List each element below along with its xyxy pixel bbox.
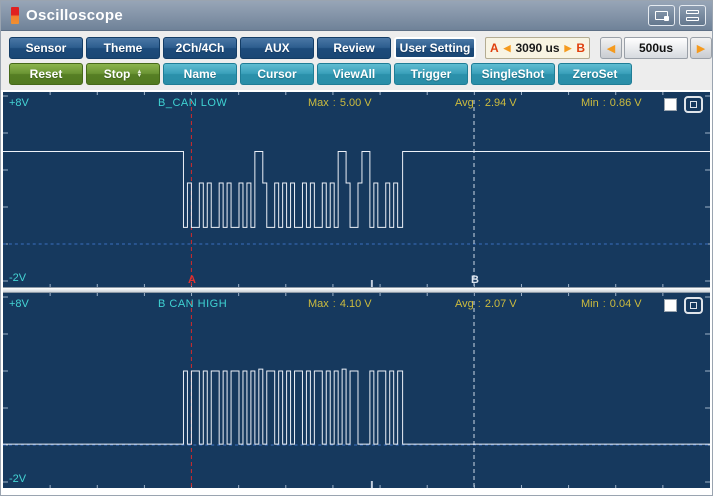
viewall-button[interactable]: ViewAll [317,63,391,85]
app-logo-icon [11,7,19,24]
sensor-button[interactable]: Sensor [9,37,83,59]
aux-button[interactable]: AUX [240,37,314,59]
zeroset-button[interactable]: ZeroSet [558,63,632,85]
cursor-button[interactable]: Cursor [240,63,314,85]
cursor-b-label[interactable]: B [471,274,479,286]
title-bar: Oscilloscope [1,1,712,31]
theme-button[interactable]: Theme [86,37,160,59]
timebase-control: ◀ 500us ▶ [600,37,712,59]
menu-bars-icon [686,10,699,21]
channel-2-max-readout: Max:4.10 V [308,298,372,310]
toolbar-area: Sensor Theme 2Ch/4Ch AUX Review User Set… [1,31,712,90]
channel-1-volt-bottom-label: -2V [9,272,26,284]
channel-2-volt-top-label: +8V [9,298,29,310]
channel-2-option-button[interactable] [684,297,703,314]
channel-1-visible-checkbox[interactable] [664,98,677,111]
trigger-button[interactable]: Trigger [394,63,468,85]
channel-1-min-readout: Min:0.86 V [581,97,642,109]
window-title: Oscilloscope [26,7,644,24]
channel-1-option-button[interactable] [684,96,703,113]
channel-2-visible-checkbox[interactable] [664,299,677,312]
timebase-value: 500us [624,37,688,59]
right-arrow-icon: ▶ [697,42,705,55]
left-arrow-icon: ◀ [607,42,615,55]
cursor-b-letter: B [576,41,585,55]
channel-1-avg-readout: Avg:2.94 V [455,97,517,109]
oscilloscope-window: Oscilloscope Sensor Theme 2Ch/4Ch AUX Re… [0,0,713,496]
reset-button[interactable]: Reset [9,63,83,85]
ab-left-arrow-icon: ◀ [504,43,511,54]
review-button[interactable]: Review [317,37,391,59]
ab-range-value: 3090 us [515,41,559,55]
channel-2-waveform [3,293,710,488]
toolbar-row-bottom: Reset Stop ▲▼ Name Cursor ViewAll Trigge… [9,63,712,85]
toolbar-row-top: Sensor Theme 2Ch/4Ch AUX Review User Set… [9,37,712,59]
ab-right-arrow-icon: ▶ [564,43,571,54]
channel-2-name-label: B CAN HIGH [158,298,227,310]
singleshot-button[interactable]: SingleShot [471,63,555,85]
square-icon [690,101,697,108]
channel-1-max-readout: Max:5.00 V [308,97,372,109]
stop-button[interactable]: Stop ▲▼ [86,63,160,85]
channel-2-panel[interactable]: +8V B CAN HIGH Max:4.10 V Avg:2.07 V Min… [3,293,710,488]
channel-2-volt-bottom-label: -2V [9,473,26,485]
channel-2-controls [664,297,703,314]
scope-display: +8V B_CAN LOW Max:5.00 V Avg:2.94 V Min:… [1,90,712,495]
name-button[interactable]: Name [163,63,237,85]
channel-1-controls [664,96,703,113]
channel-1-waveform [3,92,710,287]
stop-button-label: Stop [104,67,131,81]
cursor-a-label[interactable]: A [188,274,196,286]
cursor-a-letter: A [490,41,499,55]
channel-1-name-label: B_CAN LOW [158,97,227,109]
timebase-increase-button[interactable]: ▶ [690,37,712,59]
run-stop-spinner-icon: ▲▼ [136,70,142,78]
timebase-decrease-button[interactable]: ◀ [600,37,622,59]
menu-bars-button[interactable] [679,5,706,26]
channel-1-panel[interactable]: +8V B_CAN LOW Max:5.00 V Avg:2.94 V Min:… [3,92,710,287]
ab-cursor-range-display[interactable]: A ◀ 3090 us ▶ B [485,37,590,59]
channel-1-volt-top-label: +8V [9,97,29,109]
channel-mode-button[interactable]: 2Ch/4Ch [163,37,237,59]
square-icon [690,302,697,309]
restore-window-button[interactable] [648,5,675,26]
restore-window-icon [655,11,668,20]
channel-2-avg-readout: Avg:2.07 V [455,298,517,310]
user-setting-button[interactable]: User Setting [394,37,476,59]
channel-2-min-readout: Min:0.04 V [581,298,642,310]
